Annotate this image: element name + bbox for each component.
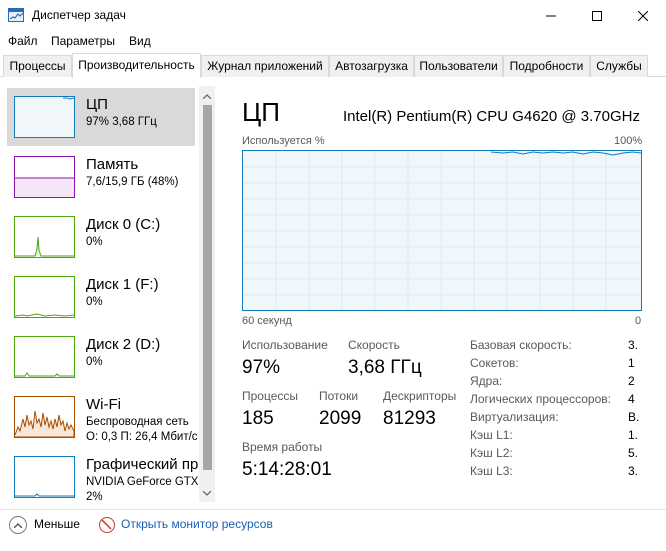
spec-label: Виртуализация: — [470, 410, 559, 424]
resource-sub2: О: 0,3 П: 26,4 Мбит/с — [86, 431, 198, 443]
tab-details[interactable]: Подробности — [503, 55, 590, 77]
cpu-usage-line — [490, 151, 642, 156]
menu-file[interactable]: Файл — [8, 34, 38, 48]
resource-item-gpu[interactable]: Графический пр NVIDIA GeForce GTX 2% — [7, 448, 199, 506]
handles-value: 81293 — [383, 408, 436, 429]
spec-value: 3. — [628, 464, 639, 478]
chevron-down-icon — [203, 490, 211, 496]
spec-value: 1 — [628, 356, 635, 370]
tab-performance[interactable]: Производительность — [72, 53, 201, 78]
resource-item-disk-1[interactable]: Диск 1 (F:) 0% — [7, 268, 195, 326]
tab-strip: Процессы Производительность Журнал прило… — [0, 53, 666, 78]
threads-value: 2099 — [319, 408, 362, 429]
resource-item-cpu[interactable]: ЦП 97% 3,68 ГГц — [7, 88, 195, 146]
fewer-details-button[interactable] — [9, 516, 27, 534]
tab-services[interactable]: Службы — [590, 55, 648, 77]
spec-value: 3. — [628, 338, 639, 352]
tab-users[interactable]: Пользователи — [414, 55, 503, 77]
spec-value: 4 — [628, 392, 635, 406]
detail-title: ЦП — [242, 97, 280, 127]
uptime-label: Время работы — [242, 440, 323, 454]
handles-label: Дескрипторы — [383, 389, 457, 403]
graph-label-max: 100% — [614, 135, 643, 147]
spec-label: Кэш L3: — [470, 464, 513, 478]
cpu-thumbnail — [14, 96, 75, 138]
task-manager-app-icon — [8, 8, 24, 22]
resource-item-wifi[interactable]: Wi-Fi Беспроводная сеть О: 0,3 П: 26,4 М… — [7, 388, 198, 446]
utilization-label: Использование — [242, 338, 328, 352]
spec-label: Кэш L1: — [470, 428, 513, 442]
resource-sub: Беспроводная сеть — [86, 416, 189, 428]
speed-value: 3,68 ГГц — [348, 357, 422, 378]
tab-processes[interactable]: Процессы — [3, 55, 72, 77]
minimize-button[interactable] — [528, 0, 574, 31]
spec-label: Ядра: — [470, 374, 503, 388]
tab-app-history[interactable]: Журнал приложений — [201, 55, 329, 77]
resource-sub: 0% — [86, 356, 103, 368]
resource-sub: 97% 3,68 ГГц — [86, 116, 157, 128]
cpu-usage-graph — [242, 150, 642, 311]
maximize-button[interactable] — [574, 0, 620, 31]
chevron-up-icon — [203, 93, 211, 99]
spec-value: 2 — [628, 374, 635, 388]
resource-name: Диск 0 (C:) — [86, 216, 161, 233]
window-title: Диспетчер задач — [32, 8, 126, 22]
spec-label: Базовая скорость: — [470, 338, 572, 352]
close-icon — [638, 10, 648, 21]
resource-sub: 0% — [86, 296, 103, 308]
title-bar: Диспетчер задач — [0, 0, 666, 31]
fewer-details-label[interactable]: Меньше — [34, 517, 80, 531]
resource-name: Диск 1 (F:) — [86, 276, 159, 293]
gpu-thumbnail — [14, 456, 75, 498]
resource-name: ЦП — [86, 96, 108, 113]
resource-item-memory[interactable]: Память 7,6/15,9 ГБ (48%) — [7, 148, 195, 206]
disk-1-thumbnail — [14, 276, 75, 318]
disk-0-thumbnail — [14, 216, 75, 258]
spec-label: Логических процессоров: — [470, 392, 611, 406]
resource-name: Wi-Fi — [86, 396, 121, 413]
resource-item-disk-2[interactable]: Диск 2 (D:) 0% — [7, 328, 195, 386]
scroll-down-button[interactable] — [199, 485, 215, 501]
processes-label: Процессы — [242, 389, 299, 403]
resource-item-disk-0[interactable]: Диск 0 (C:) 0% — [7, 208, 195, 266]
wifi-thumbnail — [14, 396, 75, 438]
tab-startup[interactable]: Автозагрузка — [329, 55, 414, 77]
minimize-icon — [546, 15, 556, 16]
resource-name: Память — [86, 156, 139, 173]
axis-label-time: 60 секунд — [242, 315, 292, 327]
close-button[interactable] — [620, 0, 666, 31]
graph-label-usage: Используется % — [242, 135, 325, 147]
cpu-graph-canvas — [243, 151, 642, 310]
spec-value: 5. — [628, 446, 639, 460]
utilization-value: 97% — [242, 357, 281, 378]
menu-view[interactable]: Вид — [129, 34, 151, 48]
uptime-value: 5:14:28:01 — [242, 459, 332, 480]
open-resource-monitor-link[interactable]: Открыть монитор ресурсов — [121, 517, 273, 531]
resource-monitor-icon — [99, 517, 115, 533]
resource-sub: NVIDIA GeForce GTX — [86, 476, 199, 488]
resource-sub2: 2% — [86, 491, 103, 503]
resource-name: Диск 2 (D:) — [86, 336, 161, 353]
menu-bar: Файл Параметры Вид — [0, 31, 666, 53]
resource-sub: 7,6/15,9 ГБ (48%) — [86, 176, 179, 188]
scrollbar-thumb[interactable] — [203, 105, 212, 470]
spec-value: 1. — [628, 428, 639, 442]
resource-name: Графический пр — [86, 456, 199, 473]
spec-label: Сокетов: — [470, 356, 519, 370]
cpu-model: Intel(R) Pentium(R) CPU G4620 @ 3.70GHz — [343, 108, 640, 125]
threads-label: Потоки — [319, 389, 359, 403]
scroll-up-button[interactable] — [199, 88, 215, 104]
maximize-icon — [592, 10, 602, 21]
processes-value: 185 — [242, 408, 274, 429]
resource-list: ЦП 97% 3,68 ГГц Память 7,6/15,9 ГБ (48%)… — [0, 78, 215, 508]
menu-options[interactable]: Параметры — [51, 34, 115, 48]
chevron-up-icon — [14, 522, 22, 528]
axis-label-zero: 0 — [635, 315, 642, 327]
disk-2-thumbnail — [14, 336, 75, 378]
spec-value: В. — [628, 410, 640, 424]
speed-label: Скорость — [348, 338, 400, 352]
memory-thumbnail — [14, 156, 75, 198]
resource-sub: 0% — [86, 236, 103, 248]
spec-label: Кэш L2: — [470, 446, 513, 460]
